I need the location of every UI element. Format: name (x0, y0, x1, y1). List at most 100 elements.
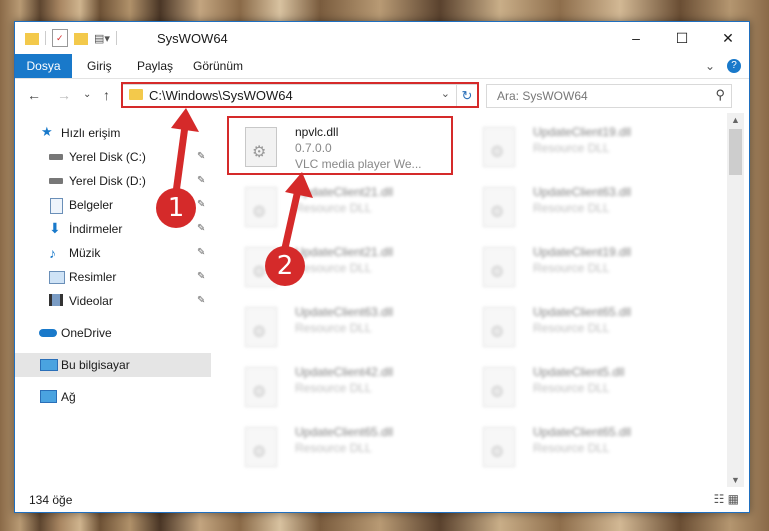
file-type: Resource DLL (295, 441, 372, 455)
file-name: UpdateClient5.dll (533, 365, 625, 379)
minimize-button[interactable]: – (613, 22, 659, 54)
file-name: UpdateClient21.dll (295, 185, 394, 199)
file-item[interactable]: ⚙ UpdateClient42.dll Resource DLL (239, 359, 479, 421)
scroll-down-icon[interactable]: ▼ (731, 475, 740, 485)
pin-icon: ✎ (197, 247, 206, 258)
dll-file-icon: ⚙ (245, 367, 277, 407)
sidebar-item-label: Belgeler (69, 198, 114, 212)
maximize-button[interactable]: ☐ (659, 22, 705, 54)
file-item[interactable]: ⚙ UpdateClient65.dll Resource DLL (477, 299, 717, 361)
file-name: UpdateClient63.dll (295, 305, 394, 319)
sidebar-item-label: Hızlı erişim (61, 126, 121, 140)
pin-icon: ✎ (197, 175, 206, 186)
file-type: Resource DLL (533, 261, 610, 275)
sidebar-item-pictures[interactable]: Resimler ✎ (15, 265, 211, 289)
scroll-up-icon[interactable]: ▲ (731, 115, 740, 125)
file-type: Resource DLL (295, 381, 372, 395)
up-button[interactable]: ↑ (103, 87, 110, 103)
file-type: Resource DLL (295, 201, 372, 215)
file-name: UpdateClient42.dll (295, 365, 394, 379)
sidebar-item-label: Bu bilgisayar (61, 358, 130, 372)
sidebar-item-music[interactable]: ♪ Müzik ✎ (15, 241, 211, 265)
tab-gorunum[interactable]: Görünüm (193, 54, 243, 78)
file-name: UpdateClient63.dll (533, 185, 632, 199)
search-placeholder: Ara: SysWOW64 (497, 89, 588, 103)
sidebar-item-label: Resimler (69, 270, 117, 284)
pin-icon: ✎ (197, 199, 206, 210)
network-icon (40, 390, 57, 403)
drive-icon (49, 154, 63, 160)
file-item[interactable]: ⚙ UpdateClient63.dll Resource DLL (477, 179, 717, 241)
star-icon: ★ (41, 124, 53, 139)
file-item[interactable]: ⚙ UpdateClient65.dll Resource DLL (477, 419, 717, 481)
sidebar-item-label: Ağ (61, 390, 76, 404)
forward-button[interactable]: → (57, 87, 71, 103)
sidebar-item-quick-access[interactable]: ★ Hızlı erişim (15, 121, 211, 145)
callout-1: 1 (156, 188, 196, 228)
file-name: UpdateClient65.dll (295, 425, 394, 439)
file-name: UpdateClient19.dll (533, 125, 632, 139)
tab-paylas[interactable]: Paylaş (137, 54, 173, 78)
file-item[interactable]: ⚙ UpdateClient19.dll Resource DLL (477, 119, 717, 181)
cloud-icon (39, 329, 57, 337)
file-type: Resource DLL (533, 441, 610, 455)
status-bar: 134 öğe ☷ ▦ (15, 491, 749, 511)
documents-icon (50, 198, 63, 214)
drive-icon (49, 178, 63, 184)
ribbon-expand-icon[interactable]: ⌄ (705, 54, 715, 78)
sidebar-item-this-pc[interactable]: Bu bilgisayar (15, 353, 211, 377)
computer-icon (40, 359, 58, 371)
sidebar-item-label: Müzik (69, 246, 101, 260)
back-button[interactable]: ← (27, 87, 41, 103)
file-highlight-box (227, 116, 453, 175)
title-bar: ✓ ▤▾ SysWOW64 – ☐ ✕ (15, 22, 749, 54)
close-button[interactable]: ✕ (705, 22, 751, 54)
pin-icon: ✎ (197, 271, 206, 282)
sidebar-item-label: OneDrive (61, 326, 112, 340)
callout-2: 2 (265, 246, 305, 286)
file-name: UpdateClient65.dll (533, 425, 632, 439)
properties-icon[interactable]: ✓ (52, 29, 68, 47)
view-toggle-icons[interactable]: ☷ ▦ (714, 492, 739, 506)
file-item[interactable]: ⚙ UpdateClient65.dll Resource DLL (239, 419, 479, 481)
pin-icon: ✎ (197, 223, 206, 234)
item-count: 134 öğe (29, 493, 73, 507)
file-item[interactable]: ⚙ UpdateClient19.dll Resource DLL (477, 239, 717, 301)
file-item[interactable]: ⚙ UpdateClient21.dll Resource DLL (239, 179, 479, 241)
dll-file-icon: ⚙ (245, 187, 277, 227)
dll-file-icon: ⚙ (483, 187, 515, 227)
separator (115, 31, 117, 45)
address-highlight-box (121, 82, 479, 108)
new-folder-icon[interactable] (74, 33, 88, 45)
tab-dosya[interactable]: Dosya (15, 54, 72, 78)
pictures-icon (49, 271, 65, 284)
file-type: Resource DLL (533, 201, 610, 215)
navigation-pane: ★ Hızlı erişim Yerel Disk (C:) ✎ Yerel D… (15, 113, 211, 473)
pin-icon: ✎ (197, 295, 206, 306)
file-item[interactable]: ⚙ UpdateClient5.dll Resource DLL (477, 359, 717, 421)
dll-file-icon: ⚙ (483, 247, 515, 287)
scrollbar-thumb[interactable] (729, 129, 742, 175)
vertical-scrollbar[interactable]: ▲ ▼ (727, 113, 744, 487)
file-item-npvlc[interactable]: ⚙ npvlc.dll 0.7.0.0 VLC media player We.… (227, 116, 479, 181)
sidebar-item-local-disk-c[interactable]: Yerel Disk (C:) ✎ (15, 145, 211, 169)
file-name: UpdateClient21.dll (295, 245, 394, 259)
sidebar-item-network[interactable]: Ağ (15, 385, 211, 409)
search-input[interactable]: Ara: SysWOW64 ⚲ (486, 84, 732, 108)
customize-toolbar-icon[interactable]: ▤▾ (94, 32, 110, 45)
search-icon[interactable]: ⚲ (715, 87, 725, 103)
help-icon[interactable]: ? (727, 59, 741, 73)
dll-file-icon: ⚙ (483, 127, 515, 167)
sidebar-item-videos[interactable]: Videolar ✎ (15, 289, 211, 313)
dll-file-icon: ⚙ (483, 307, 515, 347)
file-type: Resource DLL (533, 381, 610, 395)
dll-file-icon: ⚙ (483, 367, 515, 407)
file-type: Resource DLL (533, 321, 610, 335)
video-icon (49, 294, 63, 306)
tab-giris[interactable]: Giriş (87, 54, 112, 78)
sidebar-item-onedrive[interactable]: OneDrive (15, 321, 211, 345)
file-item[interactable]: ⚙ UpdateClient63.dll Resource DLL (239, 299, 479, 361)
file-type: Resource DLL (295, 321, 372, 335)
recent-locations-button[interactable]: ⌄ (83, 89, 91, 100)
file-list: ⚙ npvlc.dll 0.7.0.0 VLC media player We.… (221, 113, 727, 489)
